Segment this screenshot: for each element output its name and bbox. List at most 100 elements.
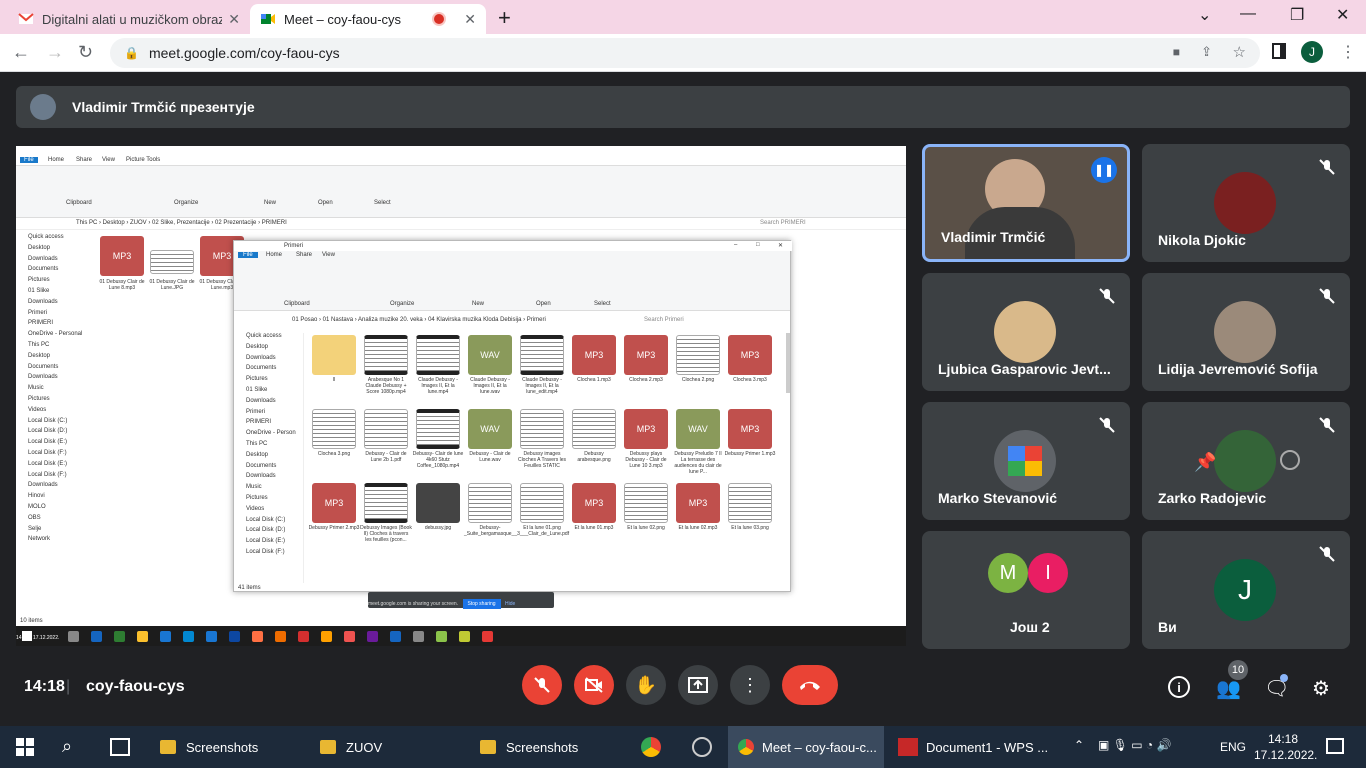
- inner-taskbar-app-icon[interactable]: [344, 631, 355, 642]
- file-icon-pdf[interactable]: [364, 409, 408, 449]
- side-panel-icon[interactable]: [1272, 43, 1286, 59]
- inner-taskbar-app-icon[interactable]: [459, 631, 470, 642]
- obs-icon[interactable]: [692, 737, 712, 757]
- sidebar-item[interactable]: MOLO: [28, 504, 46, 510]
- inner-taskbar-app-icon[interactable]: [206, 631, 217, 642]
- file-icon-mp3[interactable]: MP3: [572, 335, 616, 375]
- sidebar-item[interactable]: Quick access: [28, 234, 64, 240]
- inner-taskbar-app-icon[interactable]: [183, 631, 194, 642]
- sidebar-item[interactable]: This PC: [246, 441, 267, 447]
- file-icon-video[interactable]: [364, 335, 408, 375]
- sidebar-item[interactable]: Pictures: [28, 396, 50, 402]
- participant-tile[interactable]: Nikola Djokic: [1142, 144, 1350, 262]
- sidebar-item[interactable]: Local Disk (E:): [246, 538, 285, 544]
- inner-taskbar-app-icon[interactable]: [321, 631, 332, 642]
- chrome-icon[interactable]: [641, 737, 661, 757]
- explorer-search[interactable]: Search PRIMERI: [760, 220, 806, 226]
- sidebar-item[interactable]: Selje: [28, 526, 41, 532]
- inner-taskbar-app-icon[interactable]: [367, 631, 378, 642]
- file-icon-wav[interactable]: WAV: [676, 409, 720, 449]
- forward-arrow-icon[interactable]: →: [46, 42, 64, 63]
- maximize-button[interactable]: ❐: [1290, 5, 1304, 25]
- participant-tile[interactable]: Lidija Jevremović Sofija: [1142, 273, 1350, 391]
- minimize-button[interactable]: –: [734, 242, 737, 248]
- windows-start-icon[interactable]: [16, 738, 34, 756]
- sidebar-item[interactable]: Downloads: [246, 355, 276, 361]
- clock-date[interactable]: 17.12.2022.: [1254, 748, 1317, 762]
- sidebar-item[interactable]: This PC: [28, 342, 49, 348]
- file-icon-img[interactable]: [676, 335, 720, 375]
- ribbon-tab-view[interactable]: View: [322, 252, 335, 258]
- close-tab-icon[interactable]: ✕: [228, 11, 240, 28]
- sidebar-item[interactable]: Local Disk (E:): [28, 439, 67, 445]
- profile-avatar[interactable]: J: [1301, 41, 1323, 63]
- mic-toggle-button[interactable]: [522, 665, 562, 705]
- sidebar-item[interactable]: Quick access: [246, 333, 282, 339]
- chevron-up-icon[interactable]: ⌃: [1074, 738, 1084, 752]
- sidebar-item[interactable]: Downloads: [28, 256, 58, 262]
- present-screen-button[interactable]: [678, 665, 718, 705]
- pin-icon[interactable]: 📌: [1194, 452, 1216, 473]
- inner-taskbar-app-icon[interactable]: [298, 631, 309, 642]
- file-icon-mp3[interactable]: MP3: [624, 409, 668, 449]
- participant-tile[interactable]: Marko Stevanović: [922, 402, 1130, 520]
- sidebar-item[interactable]: Pictures: [246, 495, 268, 501]
- file-icon-mp3[interactable]: MP3: [728, 335, 772, 375]
- ribbon-tab-share[interactable]: Share: [76, 157, 92, 163]
- windows-start-icon[interactable]: [22, 631, 32, 641]
- inner-taskbar-app-icon[interactable]: [68, 631, 79, 642]
- sidebar-item[interactable]: OBS: [28, 515, 41, 521]
- close-window-button[interactable]: ✕: [778, 242, 783, 249]
- participant-tile[interactable]: Ljubica Gasparovic Jevt...: [922, 273, 1130, 391]
- inner-taskbar-app-icon[interactable]: [275, 631, 286, 642]
- sidebar-item[interactable]: Pictures: [246, 376, 268, 382]
- reload-icon[interactable]: ↻: [78, 42, 93, 63]
- file-icon-video[interactable]: [416, 409, 460, 449]
- inner-taskbar-app-icon[interactable]: [252, 631, 263, 642]
- sidebar-item[interactable]: Music: [28, 385, 44, 391]
- file-icon-img[interactable]: [520, 409, 564, 449]
- inner-taskbar-app-icon[interactable]: [482, 631, 493, 642]
- back-arrow-icon[interactable]: ←: [12, 42, 30, 63]
- file-icon-video[interactable]: [364, 483, 408, 523]
- taskbar-item-zuov[interactable]: ZUOV: [320, 726, 460, 768]
- file-icon-folder[interactable]: [312, 335, 356, 375]
- participant-tile-self[interactable]: J Ви: [1142, 531, 1350, 649]
- sidebar-item[interactable]: Videos: [28, 407, 46, 413]
- sidebar-item[interactable]: Downloads: [246, 398, 276, 404]
- info-icon[interactable]: i: [1168, 676, 1190, 698]
- bookmark-star-icon[interactable]: ☆: [1233, 43, 1246, 61]
- activities-icon[interactable]: ⚙: [1312, 676, 1330, 701]
- taskbar-item-screenshots-2[interactable]: Screenshots: [480, 726, 620, 768]
- ribbon-tab-file[interactable]: File: [238, 252, 258, 258]
- sidebar-item[interactable]: Documents: [28, 364, 58, 370]
- sidebar-item[interactable]: Primeri: [246, 409, 265, 415]
- sidebar-item[interactable]: Documents: [246, 365, 276, 371]
- sidebar-item[interactable]: Desktop: [246, 452, 268, 458]
- sidebar-item[interactable]: Local Disk (C:): [246, 517, 285, 523]
- hide-button[interactable]: Hide: [505, 601, 515, 607]
- sidebar-item[interactable]: Local Disk (F:): [246, 549, 285, 555]
- inner-taskbar-app-icon[interactable]: [137, 631, 148, 642]
- language-indicator[interactable]: ENG: [1220, 740, 1246, 754]
- inner-taskbar-app-icon[interactable]: [91, 631, 102, 642]
- sidebar-item[interactable]: Network: [28, 536, 50, 542]
- sidebar-item[interactable]: Downloads: [28, 374, 58, 380]
- inner-taskbar-app-icon[interactable]: [160, 631, 171, 642]
- file-icon-mp3[interactable]: MP3: [572, 483, 616, 523]
- ribbon-tab-share[interactable]: Share: [296, 252, 312, 258]
- maximize-button[interactable]: □: [756, 242, 760, 248]
- ribbon-tab-file[interactable]: File: [20, 157, 38, 163]
- taskbar-item-wps[interactable]: Document1 - WPS ...: [894, 726, 1050, 768]
- url-bar[interactable]: 🔒 meet.google.com/coy-faou-cys ■ ⇪ ☆: [110, 38, 1260, 68]
- inner-taskbar-app-icon[interactable]: [436, 631, 447, 642]
- taskbar-item-screenshots[interactable]: Screenshots: [160, 726, 300, 768]
- sidebar-item[interactable]: OneDrive - Personal: [28, 331, 82, 337]
- sidebar-item[interactable]: Desktop: [28, 245, 50, 251]
- browser-menu-icon[interactable]: ⋮: [1340, 42, 1356, 62]
- remove-icon[interactable]: [1280, 450, 1300, 470]
- inner-taskbar-app-icon[interactable]: [413, 631, 424, 642]
- notifications-icon[interactable]: [1326, 738, 1344, 754]
- sidebar-item[interactable]: OneDrive - Person: [246, 430, 296, 436]
- file-icon-img[interactable]: [624, 483, 668, 523]
